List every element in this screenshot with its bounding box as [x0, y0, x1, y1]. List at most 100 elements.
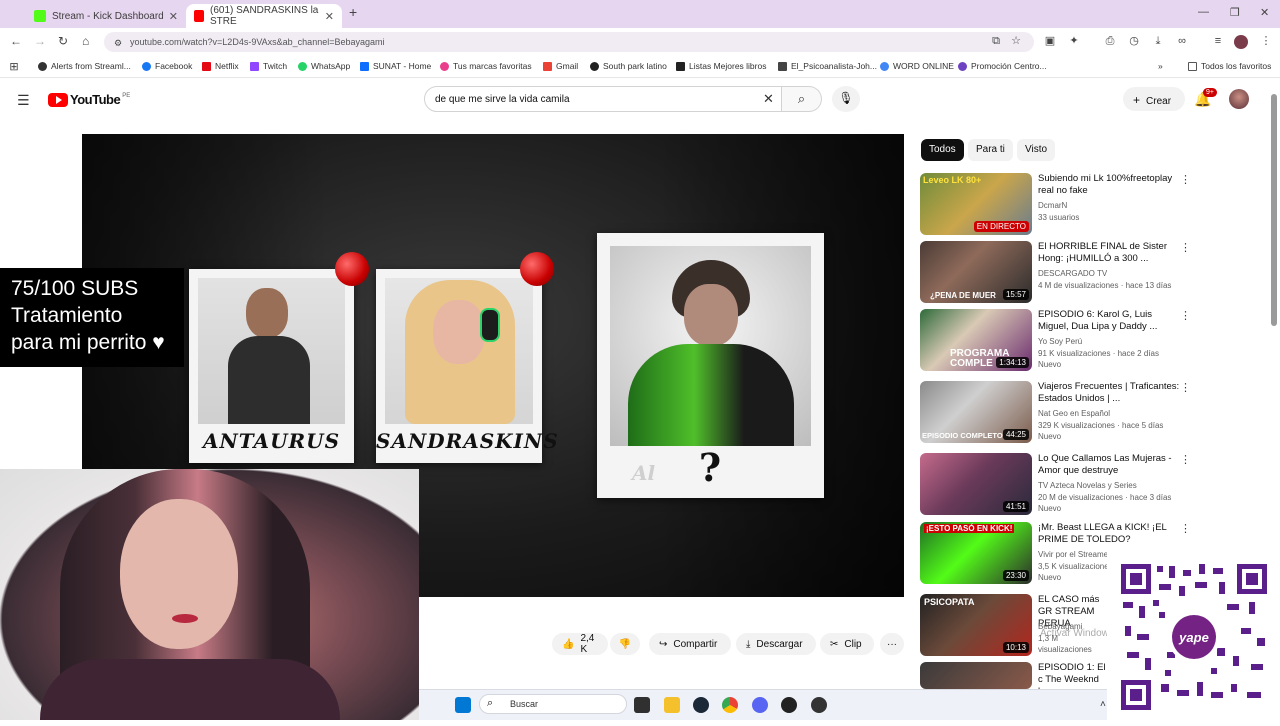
close-window-icon[interactable]: ✕ — [1260, 6, 1269, 19]
install-app-icon[interactable]: ⧉ — [990, 35, 1002, 47]
reload-icon[interactable]: ↻ — [58, 34, 68, 48]
page-scrollbar[interactable] — [1271, 94, 1277, 326]
more-options-icon[interactable]: ⋮ — [1180, 173, 1191, 186]
thumbs-down-icon: 👎 — [618, 638, 632, 650]
like-count: 2,4 K — [580, 633, 595, 655]
profile-avatar[interactable] — [1234, 35, 1248, 49]
maximize-icon[interactable]: ❐ — [1230, 6, 1240, 19]
related-video[interactable]: EPISODIO COMPLETO 44:25 Viajeros Frecuen… — [920, 381, 1191, 445]
related-video[interactable]: Leveo LK 80+ EN DIRECTO Subiendo mi Lk 1… — [920, 173, 1191, 237]
voice-search-button[interactable]: 🎙 — [832, 86, 860, 112]
duration-badge: 41:51 — [1002, 501, 1029, 512]
close-tab-icon[interactable]: ✕ — [169, 10, 178, 23]
url-field[interactable]: youtube.com/watch?v=L2D4s-9VAxs&ab_chann… — [104, 32, 1034, 52]
bookmark-label: Netflix — [215, 61, 239, 71]
antaurus-photo — [198, 278, 345, 424]
dislike-button[interactable]: 👎 — [610, 633, 640, 655]
bookmark-item[interactable]: Alerts from Streaml... — [38, 61, 131, 71]
forward-icon[interactable]: → — [34, 34, 46, 48]
search-button[interactable]: ⌕ — [782, 86, 822, 112]
obs-icon[interactable] — [781, 697, 797, 713]
channel-name: TV Azteca Novelas y Series — [1038, 481, 1137, 490]
card-name: ANTAURUS — [202, 429, 341, 453]
bookmark-item[interactable]: South park latino — [590, 61, 667, 71]
bookmark-item[interactable]: Facebook — [142, 61, 192, 71]
youtube-logo[interactable]: YouTube PE — [48, 92, 130, 107]
file-explorer-icon[interactable] — [664, 697, 680, 713]
bookmark-item[interactable]: Tus marcas favoritas — [440, 61, 532, 71]
related-video[interactable]: 41:51 Lo Que Callamos Las Mujeras - Amor… — [920, 453, 1191, 517]
more-options-icon[interactable]: ⋮ — [1180, 241, 1191, 254]
download-button[interactable]: ⤓ Descargar — [736, 633, 816, 655]
bookmark-label: El_Psicoanalista-Joh... — [791, 61, 877, 71]
bookmarks-overflow-icon[interactable]: » — [1158, 61, 1163, 71]
more-options-icon[interactable]: ⋮ — [1180, 522, 1191, 535]
bookmark-label: Promoción Centro... — [971, 61, 1047, 71]
steam-icon[interactable] — [693, 697, 709, 713]
thumbs-up-icon: 👍 — [562, 638, 575, 650]
yape-logo-text: yape — [1178, 630, 1209, 645]
bookmark-item[interactable]: Gmail — [543, 61, 578, 71]
subs-goal-text: 75/100 SUBS — [11, 277, 139, 300]
bookmark-label: Tus marcas favoritas — [453, 61, 532, 71]
history-icon[interactable]: ◷ — [1128, 35, 1140, 47]
taskbar-search-field[interactable]: Buscar — [479, 694, 627, 714]
bookmark-item[interactable]: SUNAT - Home — [360, 61, 431, 71]
kebab-menu-icon[interactable]: ⋮ — [1260, 35, 1272, 47]
tab-youtube-video[interactable]: (601) SANDRASKINS la STRE ✕ — [186, 4, 342, 28]
tab-label: Stream - Kick Dashboard — [52, 10, 164, 22]
chip-watched[interactable]: Visto — [1017, 139, 1056, 161]
download-icon[interactable]: ⤓ — [1152, 35, 1164, 47]
more-options-icon[interactable]: ⋮ — [1180, 309, 1191, 322]
link-icon[interactable]: ∞ — [1176, 35, 1188, 47]
all-bookmarks-folder[interactable]: Todos los favoritos — [1188, 61, 1271, 71]
related-video[interactable]: PROGRAMA COMPLE 1:34:13 EPISODIO 6: Karo… — [920, 309, 1191, 373]
close-tab-icon[interactable]: ✕ — [325, 10, 334, 23]
site-info-icon[interactable]: ⚙ — [112, 37, 124, 49]
bookmark-item[interactable]: Listas Mejores libros — [676, 61, 766, 71]
apps-grid-icon[interactable]: ⊞ — [8, 61, 20, 73]
chevron-up-icon[interactable]: ˄ — [1100, 699, 1106, 710]
extension-icon[interactable]: ▣ — [1044, 35, 1056, 47]
task-view-icon[interactable] — [634, 697, 650, 713]
bookmark-item[interactable]: Netflix — [202, 61, 239, 71]
duration-badge: 10:13 — [1002, 642, 1029, 653]
more-options-icon[interactable]: ⋮ — [1180, 381, 1191, 394]
related-video[interactable]: ¿PENA DE MUER 15:57 El HORRIBLE FINAL de… — [920, 241, 1191, 305]
video-thumbnail: Leveo LK 80+ EN DIRECTO — [920, 173, 1032, 235]
bookmark-item[interactable]: WORD ONLINE — [880, 61, 954, 71]
more-options-icon[interactable]: ⋮ — [1180, 453, 1191, 466]
bookmark-item[interactable]: El_Psicoanalista-Joh... — [778, 61, 877, 71]
new-tab-button[interactable]: + — [349, 4, 357, 20]
tab-kick-dashboard[interactable]: Stream - Kick Dashboard ✕ — [26, 4, 186, 28]
back-icon[interactable]: ← — [10, 34, 22, 48]
create-button[interactable]: + Crear — [1123, 87, 1185, 111]
windows-start-icon[interactable] — [455, 697, 471, 713]
video-title: EPISODIO 6: Karol G, Luis Miguel, Dua Li… — [1038, 309, 1158, 332]
print-icon[interactable]: ⎙ — [1104, 35, 1116, 47]
minimize-icon[interactable]: — — [1198, 6, 1209, 18]
like-button[interactable]: 👍 2,4 K — [552, 633, 608, 655]
clip-button[interactable]: ✂ Clip — [820, 633, 874, 655]
thumbnail-text: ¿PENA DE MUER — [930, 291, 996, 300]
subs-goal-overlay: 75/100 SUBS Tratamiento para mi perrito … — [0, 268, 184, 367]
puzzle-icon[interactable]: ✦ — [1068, 35, 1080, 47]
hamburger-menu-icon[interactable]: ☰ — [17, 92, 30, 109]
menu-lines-icon[interactable]: ≡ — [1212, 35, 1224, 47]
account-avatar[interactable] — [1229, 89, 1249, 109]
share-button[interactable]: ↪ Compartir — [649, 633, 731, 655]
more-actions-button[interactable]: ··· — [880, 633, 904, 655]
video-thumbnail: ¡ESTO PASÓ EN KICK! 23:30 — [920, 522, 1032, 584]
discord-icon[interactable] — [752, 697, 768, 713]
bookmark-item[interactable]: WhatsApp — [298, 61, 350, 71]
chip-for-you[interactable]: Para ti — [968, 139, 1013, 161]
clear-search-icon[interactable]: ✕ — [763, 91, 774, 107]
chip-all[interactable]: Todos — [921, 139, 964, 161]
search-input[interactable]: de que me sirve la vida camila — [424, 86, 782, 112]
home-icon[interactable]: ⌂ — [82, 34, 89, 48]
bookmark-item[interactable]: Twitch — [250, 61, 287, 71]
bookmark-star-icon[interactable]: ☆ — [1010, 35, 1022, 47]
app-icon[interactable] — [811, 697, 827, 713]
bookmark-item[interactable]: Promoción Centro... — [958, 61, 1047, 71]
chrome-icon[interactable] — [722, 697, 738, 713]
